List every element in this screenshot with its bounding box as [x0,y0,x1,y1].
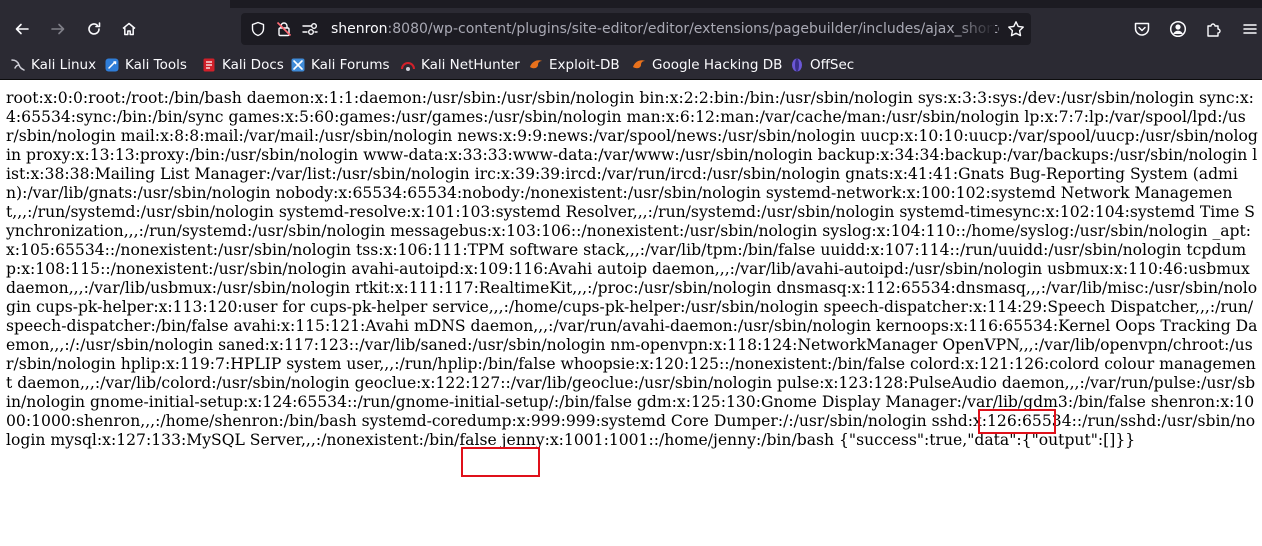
bookmark-google-hacking-db[interactable]: Google Hacking DB [631,55,782,75]
bookmark-label: Kali Tools [125,57,187,73]
bookmark-label: Kali Forums [311,57,390,73]
arrow-right-icon [51,23,65,35]
menu-button[interactable] [1236,15,1262,43]
pocket-icon [1134,22,1150,36]
home-button[interactable] [115,15,143,43]
kali-forums-icon [291,58,305,72]
exploit-db-icon [530,60,542,69]
bookmark-kali-tools[interactable]: Kali Tools [104,55,187,75]
star-icon [1008,21,1024,37]
bookmark-label: Kali Linux [31,57,97,73]
pocket-button[interactable] [1128,15,1156,43]
account-button[interactable] [1164,15,1192,43]
bookmark-label: OffSec [810,57,855,73]
hamburger-icon [1243,24,1257,34]
bookmark-exploit-db[interactable]: Exploit-DB [528,55,620,75]
bookmark-star-button[interactable] [1007,20,1025,38]
extensions-button[interactable] [1200,15,1228,43]
url-host: shenron [331,21,388,37]
bookmarks-toolbar: Kali Linux Kali Tools Kali Docs Kali For… [0,50,1262,80]
kali-dragon-icon [11,59,25,71]
url-text[interactable]: shenron:8080/wp-content/plugins/site-edi… [331,20,999,38]
kali-docs-icon [203,58,215,72]
bookmark-offsec[interactable]: OffSec [789,55,854,75]
forward-button[interactable] [44,15,72,43]
offsec-icon [792,58,802,72]
kali-tools-icon [105,58,119,72]
kali-nethunter-icon [401,62,415,71]
passwd-output-text: root:x:0:0:root:/root:/bin/bash daemon:x… [6,89,1258,449]
reload-button[interactable] [80,15,108,43]
bookmark-label: Kali Docs [222,57,284,73]
bookmark-kali-forums[interactable]: Kali Forums [290,55,390,75]
bookmark-kali-docs[interactable]: Kali Docs [201,55,284,75]
url-path: :8080/wp-content/plugins/site-editor/edi… [387,21,999,37]
address-bar[interactable]: shenron:8080/wp-content/plugins/site-edi… [241,13,1031,45]
bookmark-kali-nethunter[interactable]: Kali NetHunter [400,55,520,75]
active-tab-edge [0,0,230,8]
highlight-box-jenny [461,447,540,477]
highlight-box-shenron [978,409,1056,434]
account-icon [1169,20,1187,38]
puzzle-icon [1207,23,1221,37]
page-content: root:x:0:0:root:/root:/bin/bash daemon:x… [0,81,1262,546]
url-fade [955,13,995,45]
tracking-shield-icon[interactable] [249,20,267,38]
home-icon [122,22,136,36]
navigation-toolbar: shenron:8080/wp-content/plugins/site-edi… [0,8,1262,50]
bookmark-label: Google Hacking DB [652,57,783,73]
arrow-left-icon [15,23,29,35]
bookmark-label: Kali NetHunter [421,57,520,73]
reload-icon [88,22,101,35]
bookmark-label: Exploit-DB [549,57,620,73]
back-button[interactable] [8,15,36,43]
insecure-lock-icon[interactable] [275,20,293,38]
bookmark-kali-linux[interactable]: Kali Linux [10,55,96,75]
ghdb-icon [633,60,645,69]
permissions-icon[interactable] [301,20,319,38]
window-top-strip [0,0,1262,8]
